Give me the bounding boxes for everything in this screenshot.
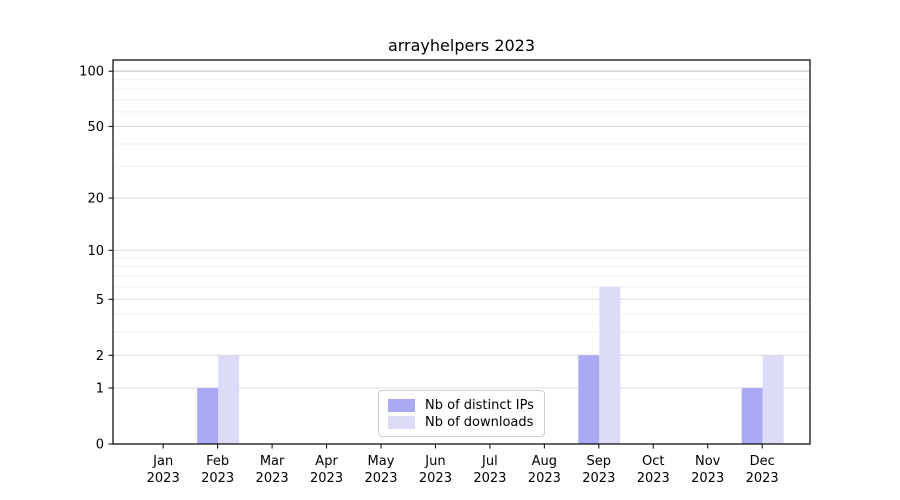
x-tick-label-year-mar: 2023 <box>256 471 289 486</box>
x-tick-label-month-nov: Nov <box>695 454 721 469</box>
x-tick-label-month-aug: Aug <box>532 454 557 469</box>
legend: Nb of distinct IPs Nb of downloads <box>378 390 545 437</box>
bar-downloads-dec-2023 <box>763 355 784 444</box>
bar-downloads-feb-2023 <box>218 355 239 444</box>
y-tick-label-20: 20 <box>87 192 104 207</box>
legend-entry-downloads: Nb of downloads <box>388 415 535 430</box>
chart-figure: arrayhelpers 2023 0125102050100Jan2023Fe… <box>0 0 900 500</box>
y-tick-label-50: 50 <box>87 120 104 135</box>
x-tick-label-year-dec: 2023 <box>746 471 779 486</box>
bar-distinct-ips-dec-2023 <box>742 388 763 444</box>
y-tick-label-2: 2 <box>96 349 104 364</box>
x-tick-label-year-apr: 2023 <box>310 471 343 486</box>
y-tick-label-1: 1 <box>96 382 104 397</box>
y-tick-label-0: 0 <box>96 438 104 453</box>
x-tick-label-month-dec: Dec <box>750 454 775 469</box>
x-tick-label-year-sep: 2023 <box>582 471 615 486</box>
x-tick-label-month-jul: Jul <box>481 454 498 469</box>
bar-downloads-sep-2023 <box>599 287 620 444</box>
x-tick-label-month-may: May <box>368 454 395 469</box>
x-tick-label-year-feb: 2023 <box>201 471 234 486</box>
x-tick-label-year-nov: 2023 <box>691 471 724 486</box>
x-tick-label-year-jan: 2023 <box>147 471 180 486</box>
x-tick-label-month-feb: Feb <box>206 454 229 469</box>
y-tick-label-10: 10 <box>87 244 104 259</box>
x-tick-label-year-oct: 2023 <box>637 471 670 486</box>
x-tick-label-month-jan: Jan <box>152 454 173 469</box>
x-tick-label-year-may: 2023 <box>364 471 397 486</box>
legend-swatch-distinct-ips <box>388 399 415 412</box>
legend-label-downloads: Nb of downloads <box>425 415 533 430</box>
y-tick-label-5: 5 <box>96 293 104 308</box>
legend-entry-distinct-ips: Nb of distinct IPs <box>388 398 535 413</box>
x-tick-label-month-apr: Apr <box>315 454 338 469</box>
y-tick-label-100: 100 <box>79 65 104 80</box>
x-tick-label-year-aug: 2023 <box>528 471 561 486</box>
plot-border <box>113 60 810 444</box>
x-tick-label-month-jun: Jun <box>424 454 445 469</box>
x-tick-label-month-oct: Oct <box>642 454 664 469</box>
bar-distinct-ips-sep-2023 <box>578 355 599 444</box>
x-tick-label-month-mar: Mar <box>260 454 285 469</box>
x-tick-label-year-jun: 2023 <box>419 471 452 486</box>
bar-distinct-ips-feb-2023 <box>197 388 218 444</box>
legend-swatch-downloads <box>388 416 415 429</box>
x-tick-label-year-jul: 2023 <box>473 471 506 486</box>
x-tick-label-month-sep: Sep <box>587 454 612 469</box>
legend-label-distinct-ips: Nb of distinct IPs <box>425 398 534 413</box>
